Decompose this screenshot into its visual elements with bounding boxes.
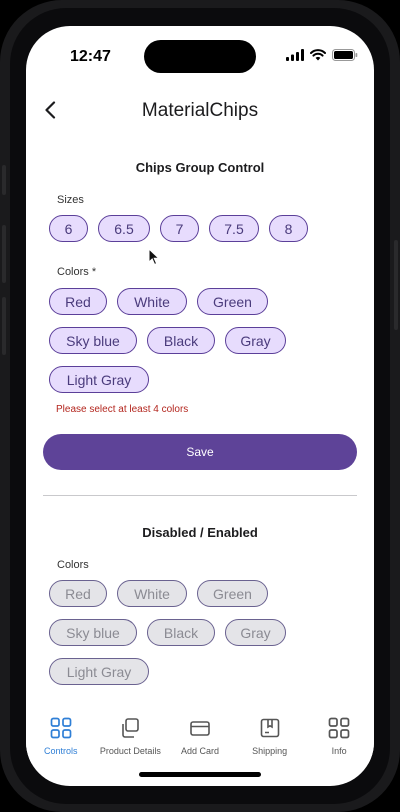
chip-color-green[interactable]: Green xyxy=(197,288,268,315)
section-title-disabled-enabled: Disabled / Enabled xyxy=(142,525,258,540)
tab-add-card[interactable]: Add Card xyxy=(165,708,235,764)
mouse-cursor-icon xyxy=(148,247,160,271)
tab-controls[interactable]: Controls xyxy=(26,708,96,764)
disabled-colors-chip-row-3: Light Gray xyxy=(49,658,149,685)
section-title-chips-group: Chips Group Control xyxy=(135,160,265,175)
volume-down-button xyxy=(2,297,6,355)
battery-icon xyxy=(332,48,358,66)
tab-product-details[interactable]: Product Details xyxy=(96,708,166,764)
tab-label-shipping: Shipping xyxy=(252,746,288,756)
chip-size-7-5[interactable]: 7.5 xyxy=(209,215,259,242)
status-icons xyxy=(286,48,358,66)
sizes-label: Sizes xyxy=(57,194,84,206)
colors-label: Colors * xyxy=(57,266,97,278)
tab-label-info: Info xyxy=(331,746,347,756)
chip-color-red[interactable]: Red xyxy=(49,288,107,315)
nav-header: MaterialChips xyxy=(26,92,374,132)
chip-color-light-gray[interactable]: Light Gray xyxy=(49,366,149,393)
tab-info[interactable]: Info xyxy=(304,708,374,764)
home-indicator xyxy=(139,772,261,777)
page-title: MaterialChips xyxy=(141,100,259,121)
status-time: 12:47 xyxy=(70,48,111,65)
sizes-chip-row: 6 6.5 7 7.5 8 xyxy=(49,215,308,242)
chip-size-6[interactable]: 6 xyxy=(49,215,88,242)
phone-frame: 12:47 MaterialChips Chips Group Control … xyxy=(0,0,400,812)
chip-size-8[interactable]: 8 xyxy=(269,215,308,242)
grid-icon xyxy=(50,714,72,742)
tab-label-add-card: Add Card xyxy=(180,746,219,756)
disabled-colors-chip-row-2: Sky blue Black Gray xyxy=(49,619,286,646)
section-divider xyxy=(43,495,357,496)
disabled-chip-green: Green xyxy=(197,580,268,607)
card-icon xyxy=(189,714,211,742)
copy-icon xyxy=(119,714,141,742)
validation-error: Please select at least 4 colors xyxy=(56,404,189,415)
screen: 12:47 MaterialChips Chips Group Control … xyxy=(26,26,374,786)
chip-color-gray[interactable]: Gray xyxy=(225,327,286,354)
grid-icon xyxy=(328,714,350,742)
status-bar: 12:47 xyxy=(26,26,374,82)
tab-shipping[interactable]: Shipping xyxy=(235,708,305,764)
colors-chip-row-2: Sky blue Black Gray xyxy=(49,327,286,354)
disabled-chip-black: Black xyxy=(147,619,215,646)
disabled-chip-gray: Gray xyxy=(225,619,286,646)
disabled-colors-chip-row-1: Red White Green xyxy=(49,580,268,607)
chip-color-sky-blue[interactable]: Sky blue xyxy=(49,327,137,354)
tab-label-controls: Controls xyxy=(44,746,78,756)
chip-size-6-5[interactable]: 6.5 xyxy=(98,215,150,242)
disabled-chip-white: White xyxy=(117,580,187,607)
chip-size-7[interactable]: 7 xyxy=(160,215,199,242)
volume-up-button xyxy=(2,225,6,283)
disabled-colors-label: Colors xyxy=(57,559,89,571)
tab-bar: Controls Product Details Add Card Shippi… xyxy=(26,708,374,764)
disabled-chip-light-gray: Light Gray xyxy=(49,658,149,685)
wifi-icon xyxy=(310,48,326,66)
power-button xyxy=(394,240,398,330)
action-button xyxy=(2,165,6,195)
colors-chip-row-3: Light Gray xyxy=(49,366,149,393)
package-icon xyxy=(259,714,281,742)
tab-label-product-details: Product Details xyxy=(99,746,161,756)
signal-icon xyxy=(286,48,304,66)
chip-color-white[interactable]: White xyxy=(117,288,187,315)
colors-chip-row-1: Red White Green xyxy=(49,288,268,315)
disabled-chip-red: Red xyxy=(49,580,107,607)
save-button[interactable]: Save xyxy=(43,434,357,470)
chip-color-black[interactable]: Black xyxy=(147,327,215,354)
disabled-chip-sky-blue: Sky blue xyxy=(49,619,137,646)
dynamic-island xyxy=(144,40,256,73)
